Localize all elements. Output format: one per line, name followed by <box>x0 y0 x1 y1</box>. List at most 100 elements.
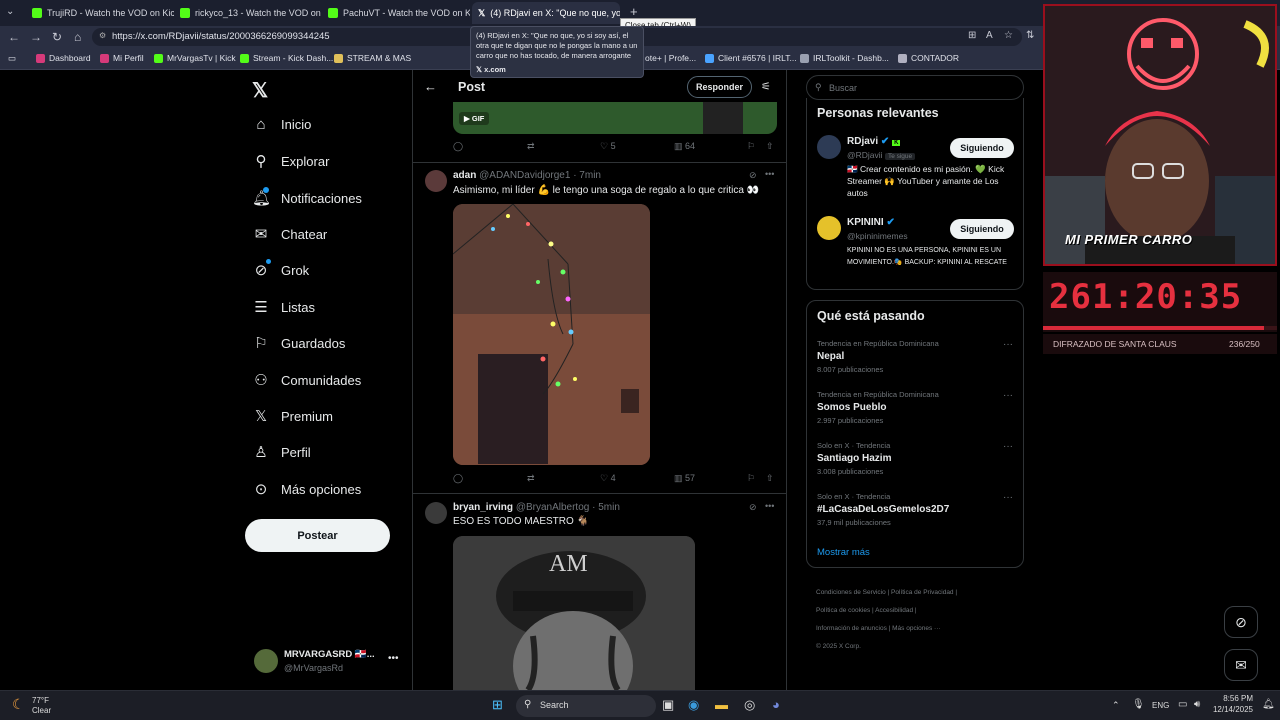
language-indicator[interactable]: ENG <box>1152 701 1169 710</box>
nav-item-lists[interactable]: ☰ Listas <box>252 298 315 316</box>
nav-item-bookmarks[interactable]: ⚐ Guardados <box>252 334 345 352</box>
tray-chevron-icon[interactable]: ⌃ <box>1112 700 1120 711</box>
more-icon[interactable]: ··· <box>1003 390 1013 401</box>
obs-icon[interactable]: ◎ <box>744 697 755 713</box>
windows-start-icon[interactable]: ⊞ <box>492 697 503 713</box>
bookmark-item[interactable]: Client #6576 | IRLT... <box>705 53 797 63</box>
reply-button[interactable]: Responder <box>687 76 752 98</box>
nav-item-more[interactable]: ⊙ Más opciones <box>252 480 362 498</box>
tab-list-chevron-icon[interactable]: ⌄ <box>6 6 14 17</box>
discord-icon[interactable]: ◕ <box>772 697 780 712</box>
nav-item-premium[interactable]: 𝕏 Premium <box>252 407 333 425</box>
share-icon[interactable]: ⇧ <box>766 473 774 484</box>
bookmark-item[interactable]: IRLToolkit - Dashb... <box>800 53 889 63</box>
footer-link[interactable]: Condiciones de Servicio <box>816 589 886 596</box>
bookmark-item[interactable]: MrVargasTv | Kick <box>154 53 236 63</box>
nav-item-explore[interactable]: ⚲ Explorar <box>252 152 330 170</box>
avatar[interactable] <box>817 135 841 159</box>
like-button[interactable]: ♡ 4 <box>600 473 616 484</box>
favorite-star-icon[interactable]: ☆ <box>1004 30 1013 41</box>
trend-item[interactable]: Solo en X · Tendencia Santiago Hazim 3.0… <box>807 437 1025 485</box>
bookmark-icon[interactable]: ⚐ <box>747 141 755 152</box>
nav-item-communities[interactable]: ⚇ Comunidades <box>252 371 361 389</box>
reload-icon[interactable]: ↻ <box>52 30 62 44</box>
network-icon[interactable]: ▭ <box>1178 699 1187 710</box>
retweet-icon[interactable]: ⇄ <box>527 141 535 152</box>
grok-icon[interactable]: ⊘ <box>749 170 757 181</box>
following-button[interactable]: Siguiendo <box>950 138 1014 158</box>
x-logo-icon[interactable]: 𝕏 <box>252 78 268 103</box>
bookmark-item[interactable]: Stream - Kick Dash... <box>240 53 333 63</box>
microphone-icon[interactable]: 🎙︎ <box>1132 699 1145 710</box>
task-view-icon[interactable]: ▣ <box>662 697 674 713</box>
site-info-icon[interactable]: ⚙ <box>99 31 106 40</box>
views-button[interactable]: ▥ 57 <box>674 473 695 484</box>
bookmark-item[interactable]: STREAM & MAS <box>334 53 411 63</box>
more-icon[interactable]: ••• <box>765 501 774 511</box>
post-button[interactable]: Postear <box>245 519 390 552</box>
avatar[interactable] <box>425 502 447 524</box>
search-input[interactable]: ⚲ Buscar <box>806 75 1024 100</box>
author-name[interactable]: bryan_irving <box>453 502 513 513</box>
browser-tab[interactable]: TrujiRD - Watch the VOD on Kick ✕ <box>26 2 174 24</box>
forward-icon[interactable]: → <box>30 30 42 44</box>
home-icon[interactable]: ⌂ <box>74 30 81 44</box>
footer-link[interactable]: Política de Privacidad <box>891 589 954 596</box>
more-icon[interactable]: ••• <box>388 653 399 664</box>
reply-icon[interactable]: ◯ <box>453 141 463 152</box>
bookmark-item[interactable]: Dashboard <box>36 53 91 63</box>
nav-item-home[interactable]: ⌂ Inicio <box>252 116 311 133</box>
nav-item-profile[interactable]: ♙ Perfil <box>252 443 310 461</box>
more-icon[interactable]: ··· <box>1003 441 1013 452</box>
settings-sliders-icon[interactable]: ⚟ <box>761 80 771 93</box>
more-icon[interactable]: ••• <box>765 169 774 179</box>
grok-icon[interactable]: ⊘ <box>1224 606 1258 638</box>
nav-item-chat[interactable]: ✉ Chatear <box>252 225 328 243</box>
grok-icon[interactable]: ⊘ <box>749 502 757 513</box>
retweet-icon[interactable]: ⇄ <box>527 473 535 484</box>
bookmark-item[interactable]: CONTADOR <box>898 53 959 63</box>
footer-link[interactable]: Política de cookies <box>816 607 870 614</box>
back-arrow-icon[interactable]: ← <box>424 79 437 94</box>
bookmark-icon[interactable]: ⚐ <box>747 473 755 484</box>
more-icon[interactable]: ··· <box>1003 492 1013 503</box>
nav-item-grok[interactable]: ⊘ Grok <box>252 261 309 279</box>
file-explorer-icon[interactable]: ▬ <box>715 697 728 712</box>
trend-item[interactable]: Solo en X · Tendencia #LaCasaDeLosGemelo… <box>807 488 1025 536</box>
clock-date[interactable]: 12/14/2025 <box>1210 705 1253 714</box>
avatar[interactable] <box>425 170 447 192</box>
clock-time[interactable]: 8:56 PM <box>1220 694 1253 703</box>
reply-icon[interactable]: ◯ <box>453 473 463 484</box>
read-aloud-icon[interactable]: A <box>986 30 993 41</box>
browser-tab[interactable]: PachuVT - Watch the VOD on Kick ✕ <box>322 2 470 24</box>
account-switcher[interactable]: MRVARGASRD 🇩🇴... @MrVargasRd ••• <box>252 649 400 679</box>
following-button[interactable]: Siguiendo <box>950 219 1014 239</box>
tweet-photo[interactable]: AM <box>453 536 695 690</box>
tab-actions-icon[interactable]: ▭ <box>8 53 16 64</box>
trend-item[interactable]: Tendencia en República Dominicana Somos … <box>807 386 1025 434</box>
like-button[interactable]: ♡ 5 <box>600 141 616 152</box>
weather-icon[interactable]: ☾ <box>12 696 25 713</box>
person-name-row[interactable]: RDjavi ✔ K <box>847 136 901 147</box>
nav-item-notifications[interactable]: 🔔︎ Notificaciones <box>252 189 362 207</box>
author-name[interactable]: adan <box>453 170 476 181</box>
taskbar-search[interactable]: ⚲ Search <box>516 695 656 717</box>
views-button[interactable]: ▥ 64 <box>674 141 695 152</box>
notification-bell-icon[interactable]: 🔔︎ <box>1262 699 1275 710</box>
footer-link[interactable]: Más opciones ··· <box>892 625 940 632</box>
footer-link[interactable]: Información de anuncios <box>816 625 887 632</box>
extensions-icon[interactable]: ⇅ <box>1026 30 1034 41</box>
more-icon[interactable]: ··· <box>1003 339 1013 350</box>
gif-media[interactable]: ▶ GIF <box>453 102 777 134</box>
bookmark-item[interactable]: Mi Perfil <box>100 53 144 63</box>
avatar[interactable] <box>817 216 841 240</box>
footer-link[interactable]: Accesibilidad <box>875 607 913 614</box>
share-icon[interactable]: ⇧ <box>766 141 774 152</box>
volume-icon[interactable]: 🔊︎ <box>1194 699 1200 710</box>
trend-item[interactable]: Tendencia en República Dominicana Nepal … <box>807 335 1025 383</box>
new-tab-button[interactable]: + <box>630 4 638 19</box>
bookmark-item[interactable]: ote+ | Profe... <box>645 53 696 63</box>
back-icon[interactable]: ← <box>8 30 20 44</box>
browser-tab[interactable]: rickyco_13 - Watch the VOD on Ki ✕ <box>174 2 322 24</box>
show-more-link[interactable]: Mostrar más <box>817 547 870 558</box>
